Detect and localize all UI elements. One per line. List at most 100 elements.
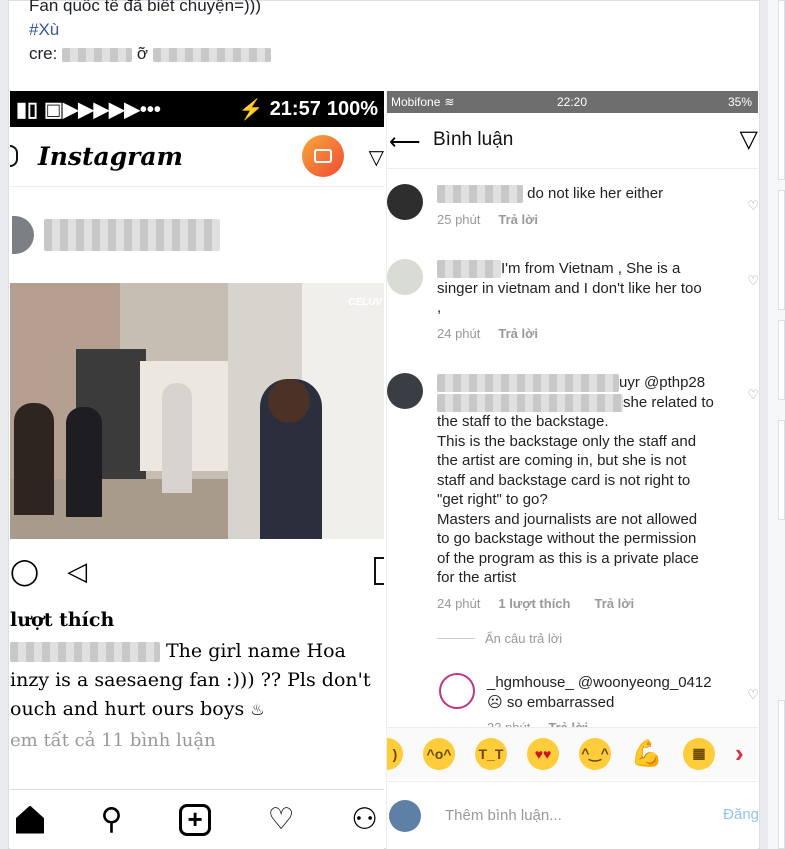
rail-card	[778, 0, 785, 180]
blurred-username	[44, 219, 220, 251]
instagram-logo: Instagram	[38, 142, 183, 171]
comment-text-line: uyr @pthp28	[437, 373, 743, 393]
comment-text-line: _hgmhouse_ @woonyeong_0412	[487, 674, 712, 691]
avatar[interactable]	[387, 373, 423, 409]
crying-emoji-icon[interactable]: T_T	[475, 737, 507, 770]
heart-icon[interactable]: ♡	[268, 802, 295, 837]
like-heart-icon[interactable]: ♡	[747, 271, 758, 291]
direct-icon[interactable]: ▽	[369, 145, 384, 170]
caption-line: The girl name Hoa	[10, 637, 384, 666]
rail-card	[778, 700, 785, 849]
camera-icon[interactable]	[10, 145, 18, 167]
comments-header: ⟵ Bình luận ▽	[387, 113, 758, 169]
post-comment-button[interactable]: Đăng	[723, 806, 758, 823]
avatar[interactable]	[387, 259, 423, 295]
grimace-emoji-icon[interactable]: ▦	[683, 737, 715, 770]
post-text-line: Fan quốc tế đã biết chuyện=)))	[29, 0, 261, 15]
comment-text-line: do not like her either	[437, 184, 743, 204]
hashtag-link[interactable]: #Xù	[29, 19, 271, 43]
signal-icon: ▮▯	[16, 98, 39, 121]
comment-text-line: the artist are coming in, but she is not	[437, 452, 687, 469]
comment-text-line: of the program as this is a private plac…	[437, 549, 699, 567]
profile-icon[interactable]: ⚇	[351, 802, 378, 837]
post-photo[interactable]: CELUV	[10, 283, 384, 539]
comment-meta: 25 phút Trả lời	[437, 211, 538, 227]
avatar[interactable]	[387, 184, 423, 220]
post-caption: The girl name Hoa inzy is a saesaeng fan…	[10, 637, 384, 724]
comment-body: do not like her either 25 phút Trả lời	[437, 184, 743, 229]
comment-meta: 24 phút 1 lượt thích Trả lời	[437, 595, 635, 611]
credit-label: cre:	[29, 44, 58, 63]
caption-line: inzy is a saesaeng fan :))) ?? Pls don't	[10, 669, 371, 691]
new-post-icon[interactable]: +	[179, 803, 212, 836]
view-all-comments-link[interactable]: em tất cả 11 bình luận	[10, 724, 384, 764]
comment-text-line: singer in vietnam and I don't like her t…	[437, 279, 702, 297]
caption-line: ouch and hurt ours boys ♨	[10, 698, 265, 720]
status-battery: 100%	[326, 97, 378, 120]
flexed-arm-emoji-icon[interactable]: 💪	[631, 738, 663, 770]
photo-watermark: CELUV	[348, 297, 382, 308]
comment-text-line: ☹ so embarrassed	[487, 693, 615, 711]
blurred-username	[437, 374, 619, 393]
notification-icons: ▣▶▶▶▶▶•••	[44, 98, 161, 121]
post-actions: ◯ ◁	[10, 539, 384, 603]
rail-card	[778, 420, 785, 520]
avatar[interactable]	[12, 216, 34, 254]
blurred-username	[437, 260, 501, 279]
reply-link[interactable]: Trả lời	[594, 596, 634, 611]
comment-body: I'm from Vietnam , She is a singer in vi…	[437, 259, 743, 343]
rail-card	[778, 320, 785, 400]
bookmark-icon[interactable]	[374, 557, 384, 585]
comment-text-line: I'm from Vietnam , She is a	[437, 259, 743, 279]
blurred-credit	[62, 47, 133, 62]
comment-text-line: This is the backstage only the staff and	[437, 432, 697, 450]
tears-of-joy-emoji-icon[interactable]: ^o^	[423, 737, 455, 770]
reply-link[interactable]: Trả lời	[498, 212, 538, 227]
like-heart-icon[interactable]: ♡	[747, 685, 758, 705]
blurred-username	[10, 641, 160, 662]
avatar[interactable]	[439, 673, 475, 709]
status-battery: 35%	[727, 95, 752, 109]
instagram-header: Instagram ▽	[10, 127, 384, 187]
likes-link[interactable]: 1 lượt thích	[498, 596, 570, 611]
comment-text-line: ,	[437, 299, 442, 316]
add-comment-bar: Thêm bình luận... Đăng	[387, 781, 758, 849]
carrier-name: Mobifone	[391, 95, 441, 109]
credit-mid: ỡ	[136, 44, 148, 63]
bottom-navigation: ⚲ + ♡ ⚇	[10, 789, 384, 849]
home-icon[interactable]	[16, 805, 44, 834]
comment-icon[interactable]: ◯	[10, 556, 39, 587]
more-emoji-icon[interactable]: ›	[735, 738, 744, 769]
blurred-text	[437, 393, 623, 412]
comment-text-line: Masters and journalists are not allowed	[437, 510, 698, 528]
comment-text-line: "get right" to go?	[437, 491, 548, 508]
comment-text-line: she related to	[437, 393, 743, 413]
relieved-emoji-icon[interactable]: ^‿^	[579, 737, 611, 770]
send-icon[interactable]: ▽	[740, 125, 758, 154]
blurred-username	[437, 185, 523, 204]
laughing-emoji-icon[interactable]: )	[387, 737, 403, 770]
reply-link[interactable]: Trả lời	[498, 326, 538, 341]
back-arrow-icon[interactable]: ⟵	[389, 129, 421, 155]
igtv-icon[interactable]	[302, 135, 344, 177]
rail-card	[778, 190, 785, 310]
search-icon[interactable]: ⚲	[101, 802, 123, 837]
comment-text-line: for the artist	[437, 569, 517, 586]
status-time: 22:20	[557, 95, 588, 109]
share-icon[interactable]: ◁	[67, 556, 87, 587]
post-author-row	[10, 187, 384, 283]
heart-eyes-emoji-icon[interactable]: ♥♥	[527, 737, 559, 770]
sad-face-icon: ☹	[487, 693, 503, 711]
like-heart-icon[interactable]: ♡	[747, 385, 758, 405]
like-heart-icon[interactable]: ♡	[747, 196, 758, 216]
likes-count[interactable]: lượt thích	[10, 603, 384, 637]
hide-replies-link[interactable]: Ẩn câu trả lời	[437, 631, 562, 646]
status-time: 21:57	[269, 97, 321, 120]
comment-input[interactable]: Thêm bình luận...	[445, 807, 562, 824]
blurred-credit	[152, 47, 271, 62]
comment-text-line: to go backstage without the permission	[437, 530, 697, 547]
comment-text-line: staff and backstage card is not right to	[437, 471, 691, 489]
avatar	[389, 799, 421, 832]
status-bar: Mobifone ≋ 22:20 35%	[387, 91, 758, 113]
credit-line: cre: ỡ	[29, 43, 271, 67]
